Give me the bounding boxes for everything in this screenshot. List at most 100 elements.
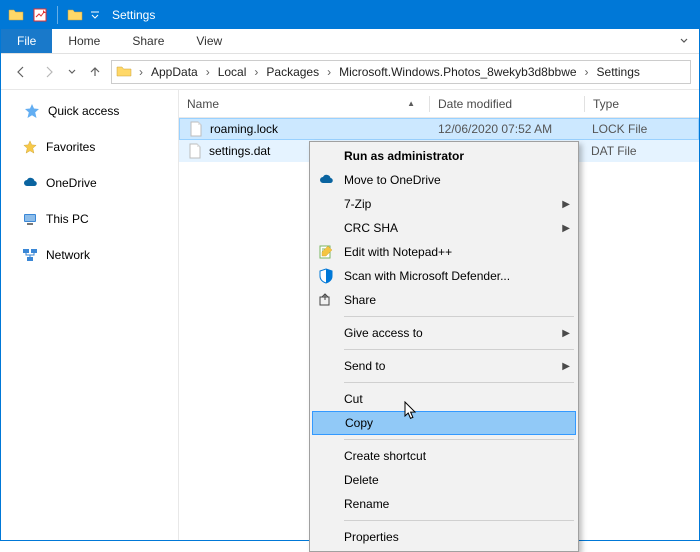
blank-icon: [316, 194, 336, 214]
file-name: settings.dat: [209, 144, 270, 158]
properties-icon[interactable]: [29, 4, 51, 26]
ctx-run-as-admin[interactable]: Run as administrator: [312, 144, 576, 168]
ctx-delete[interactable]: Delete: [312, 468, 576, 492]
ctx-copy[interactable]: Copy: [312, 411, 576, 435]
ctx-label: Copy: [345, 416, 569, 430]
chevron-right-icon[interactable]: ›: [203, 61, 213, 83]
nav-label: OneDrive: [46, 176, 97, 190]
menu-separator: [344, 349, 574, 350]
column-headers: Name ▲ Date modified Type: [179, 90, 699, 118]
menu-separator: [344, 439, 574, 440]
ctx-share[interactable]: Share: [312, 288, 576, 312]
up-button[interactable]: [83, 60, 107, 84]
ctx-seven-zip[interactable]: 7-Zip ▶: [312, 192, 576, 216]
quick-access-toolbar: [5, 4, 102, 26]
notepad-icon: [316, 242, 336, 262]
ctx-rename[interactable]: Rename: [312, 492, 576, 516]
computer-icon: [22, 211, 38, 227]
file-row[interactable]: roaming.lock 12/06/2020 07:52 AM LOCK Fi…: [179, 118, 699, 140]
share-icon: [316, 290, 336, 310]
column-label: Name: [187, 97, 219, 111]
column-label: Date modified: [438, 97, 512, 111]
blank-icon: [316, 527, 336, 547]
blank-icon: [316, 470, 336, 490]
breadcrumb[interactable]: Packages: [261, 61, 324, 83]
chevron-right-icon: ▶: [562, 361, 570, 372]
navigation-pane: Quick access Favorites OneDrive This PC: [1, 90, 179, 540]
folder-icon[interactable]: [5, 4, 27, 26]
ctx-label: Edit with Notepad++: [344, 245, 570, 259]
ctx-edit-notepad[interactable]: Edit with Notepad++: [312, 240, 576, 264]
nav-favorites[interactable]: Favorites: [4, 134, 175, 160]
ctx-crc-sha[interactable]: CRC SHA ▶: [312, 216, 576, 240]
tab-view[interactable]: View: [180, 29, 238, 53]
nav-this-pc[interactable]: This PC: [4, 206, 175, 232]
ctx-properties[interactable]: Properties: [312, 525, 576, 549]
ctx-create-shortcut[interactable]: Create shortcut: [312, 444, 576, 468]
star-icon: [22, 139, 38, 155]
ctx-label: Scan with Microsoft Defender...: [344, 269, 570, 283]
nav-label: This PC: [46, 212, 89, 226]
breadcrumb[interactable]: Local: [213, 61, 252, 83]
ribbon-tabs: File Home Share View: [1, 29, 699, 54]
file-type: DAT File: [583, 144, 699, 158]
title-bar: Settings: [1, 1, 699, 29]
column-type[interactable]: Type: [585, 90, 699, 117]
ctx-label: Give access to: [344, 326, 562, 340]
address-bar[interactable]: › AppData › Local › Packages › Microsoft…: [111, 60, 691, 84]
window-title: Settings: [112, 8, 155, 22]
ctx-label: CRC SHA: [344, 221, 562, 235]
shield-icon: [316, 266, 336, 286]
ribbon-expand-icon[interactable]: [669, 29, 699, 53]
tab-home[interactable]: Home: [52, 29, 116, 53]
forward-button[interactable]: [37, 60, 61, 84]
nav-onedrive[interactable]: OneDrive: [4, 170, 175, 196]
sort-indicator-icon: ▲: [407, 99, 415, 108]
ctx-label: Delete: [344, 473, 570, 487]
ctx-cut[interactable]: Cut: [312, 387, 576, 411]
column-label: Type: [593, 97, 619, 111]
chevron-right-icon[interactable]: ›: [251, 61, 261, 83]
breadcrumb[interactable]: AppData: [146, 61, 203, 83]
column-name[interactable]: Name ▲: [179, 90, 429, 117]
file-tab[interactable]: File: [1, 29, 52, 53]
ctx-move-to-onedrive[interactable]: Move to OneDrive: [312, 168, 576, 192]
ctx-label: Properties: [344, 530, 570, 544]
back-button[interactable]: [9, 60, 33, 84]
chevron-right-icon[interactable]: ›: [582, 61, 592, 83]
ctx-label: 7-Zip: [344, 197, 562, 211]
file-type: LOCK File: [584, 122, 698, 136]
breadcrumb[interactable]: Settings: [592, 61, 645, 83]
ctx-send-to[interactable]: Send to ▶: [312, 354, 576, 378]
tab-share[interactable]: Share: [116, 29, 180, 53]
nav-label: Network: [46, 248, 90, 262]
ctx-label: Share: [344, 293, 570, 307]
blank-icon: [317, 413, 337, 433]
nav-network[interactable]: Network: [4, 242, 175, 268]
ctx-label: Create shortcut: [344, 449, 570, 463]
blank-icon: [316, 146, 336, 166]
ctx-scan-defender[interactable]: Scan with Microsoft Defender...: [312, 264, 576, 288]
recent-locations-button[interactable]: [65, 60, 79, 84]
ctx-label: Rename: [344, 497, 570, 511]
file-icon: [187, 143, 203, 159]
nav-label: Favorites: [46, 140, 95, 154]
blank-icon: [316, 218, 336, 238]
star-icon: [24, 103, 40, 119]
chevron-right-icon: ▶: [562, 199, 570, 210]
chevron-right-icon: ▶: [562, 328, 570, 339]
breadcrumb[interactable]: Microsoft.Windows.Photos_8wekyb3d8bbwe: [334, 61, 581, 83]
ctx-label: Run as administrator: [344, 149, 570, 163]
chevron-right-icon[interactable]: ›: [136, 61, 146, 83]
file-name: roaming.lock: [210, 122, 278, 136]
qat-customize-icon[interactable]: [88, 4, 102, 26]
folder-icon: [116, 63, 134, 81]
file-icon: [188, 121, 204, 137]
ctx-label: Cut: [344, 392, 570, 406]
new-folder-icon[interactable]: [64, 4, 86, 26]
column-date[interactable]: Date modified: [430, 90, 584, 117]
chevron-right-icon: ▶: [562, 223, 570, 234]
ctx-give-access[interactable]: Give access to ▶: [312, 321, 576, 345]
chevron-right-icon[interactable]: ›: [324, 61, 334, 83]
nav-quick-access[interactable]: Quick access: [6, 98, 175, 124]
